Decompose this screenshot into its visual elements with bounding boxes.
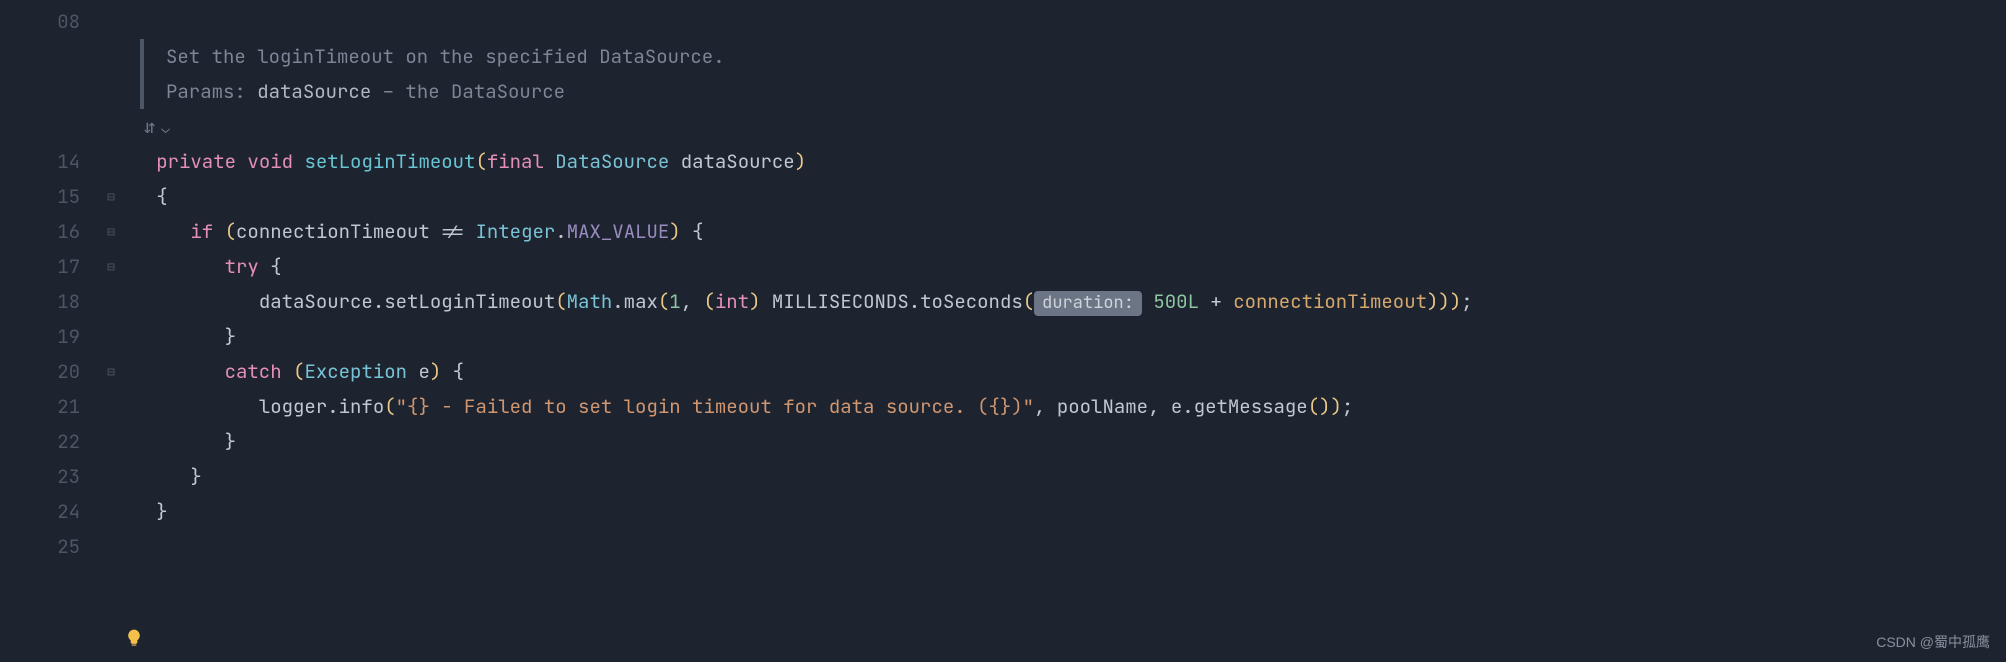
fold-toggle-icon[interactable]: ⊟ (100, 354, 122, 389)
code-line[interactable]: { (122, 179, 2006, 214)
code-line (122, 4, 2006, 39)
code-area[interactable]: Set the loginTimeout on the specified Da… (122, 0, 2006, 662)
code-line[interactable]: } (122, 459, 2006, 494)
fold-toggle-icon[interactable]: ⊟ (100, 249, 122, 284)
line-number: 16 (0, 214, 100, 249)
fold-gutter: ⊟ ⊟ ⊟ ⊟ (100, 0, 122, 662)
line-number: 22 (0, 424, 100, 459)
fold-toggle-icon[interactable]: ⊟ (100, 214, 122, 249)
code-line[interactable]: } (122, 494, 2006, 529)
javadoc-summary: Set the loginTimeout on the specified Da… (166, 39, 2006, 74)
watermark-text: CSDN @蜀中孤鹰 (1876, 632, 1990, 652)
inline-gutter-widget[interactable]: ⇵⌄ (122, 109, 2006, 144)
line-number: 19 (0, 319, 100, 354)
line-number-gutter: 08 14 15 16 17 18 19 20 21 22 23 24 25 (0, 0, 100, 662)
code-line[interactable]: if (connectionTimeout != Integer.MAX_VAL… (122, 214, 2006, 249)
code-editor[interactable]: 08 14 15 16 17 18 19 20 21 22 23 24 25 ⊟… (0, 0, 2006, 662)
line-number: 08 (0, 4, 100, 39)
code-line[interactable]: catch (Exception e) { (122, 354, 2006, 389)
code-line[interactable]: dataSource.setLoginTimeout(Math.max(1, (… (122, 284, 2006, 319)
code-line[interactable]: private void setLoginTimeout(final DataS… (122, 144, 2006, 179)
line-number: 21 (0, 389, 100, 424)
line-number: 18 (0, 284, 100, 319)
code-line[interactable]: } (122, 319, 2006, 354)
line-number: 25 (0, 529, 100, 564)
javadoc-block: Set the loginTimeout on the specified Da… (140, 39, 2006, 109)
code-line[interactable]: try { (122, 249, 2006, 284)
override-icon: ⇵ (144, 114, 155, 139)
lightbulb-icon[interactable] (124, 628, 144, 648)
code-line[interactable]: } (122, 424, 2006, 459)
javadoc-params: Params: dataSource – the DataSource (166, 74, 2006, 109)
line-number: 24 (0, 494, 100, 529)
code-line[interactable]: logger.info("{} - Failed to set login ti… (122, 389, 2006, 424)
line-number: 20 (0, 354, 100, 389)
fold-toggle-icon[interactable]: ⊟ (100, 179, 122, 214)
chevron-down-icon: ⌄ (161, 120, 169, 138)
line-number: 14 (0, 144, 100, 179)
line-number: 15 (0, 179, 100, 214)
line-number: 17 (0, 249, 100, 284)
line-number: 23 (0, 459, 100, 494)
parameter-hint: duration: (1034, 291, 1142, 316)
